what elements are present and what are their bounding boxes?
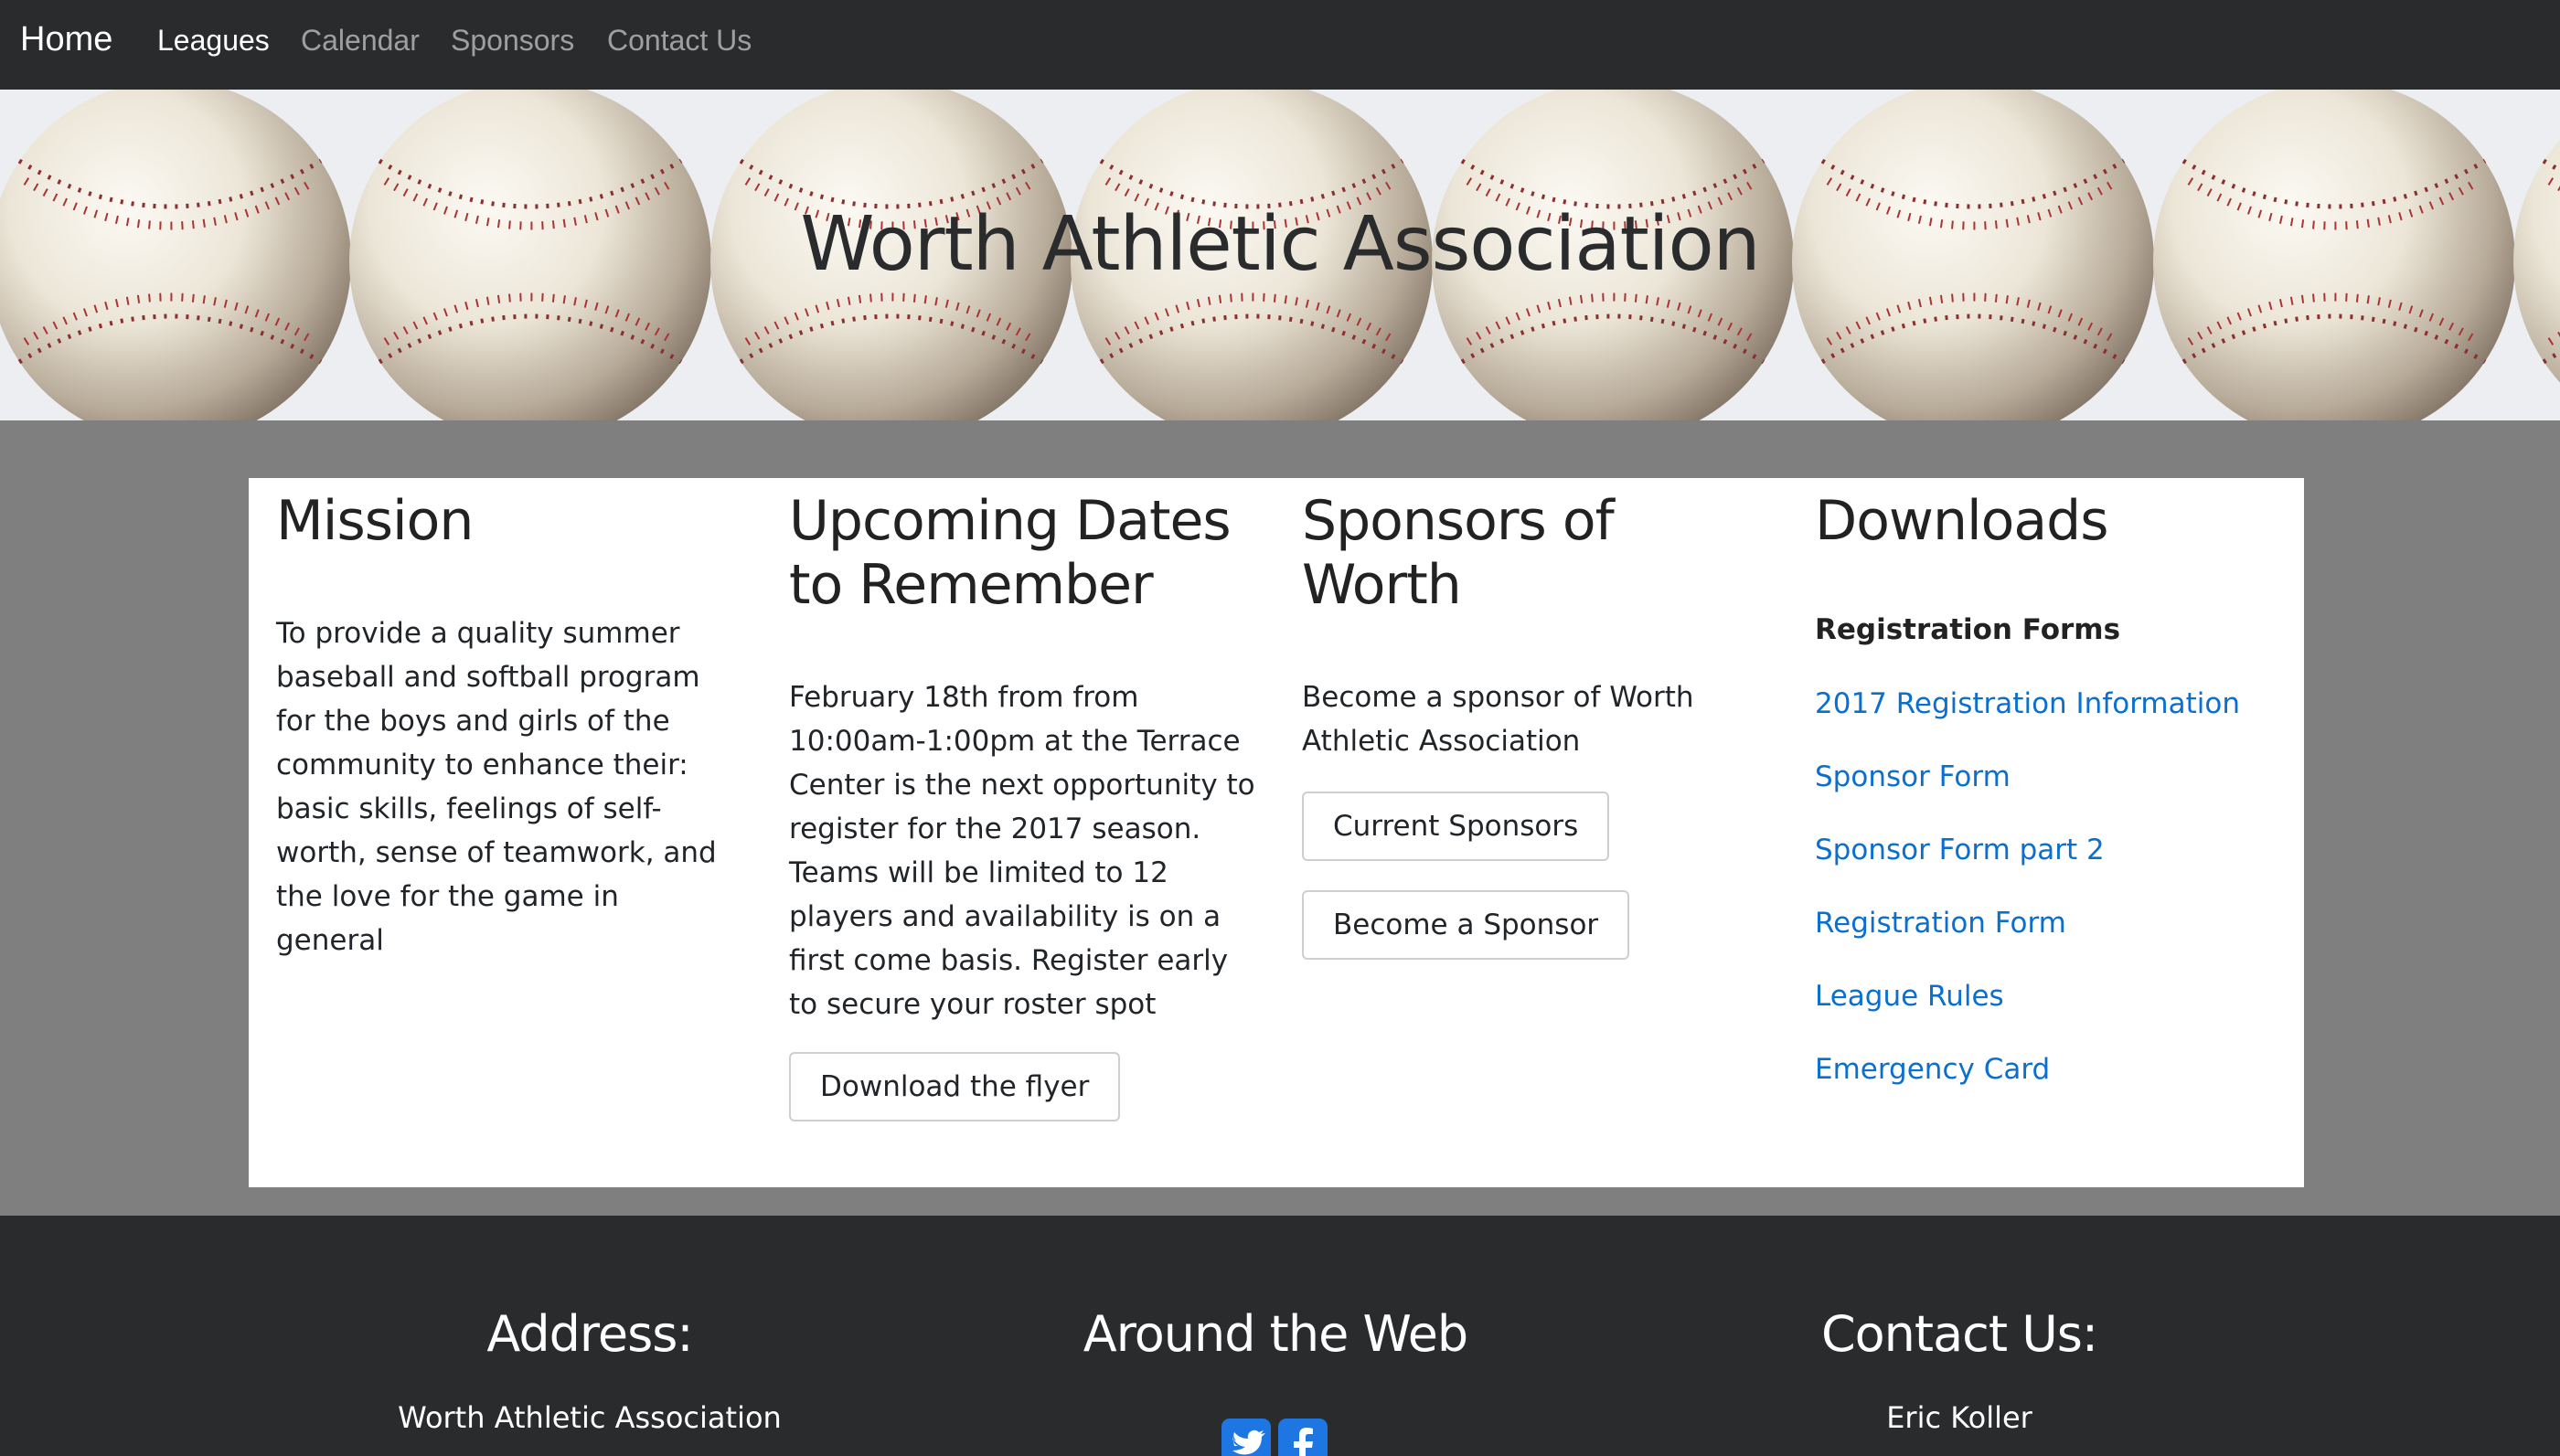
- link-sponsor-form[interactable]: Sponsor Form: [1815, 759, 2011, 795]
- nav-item-calendar[interactable]: Calendar: [301, 20, 420, 60]
- hero-banner: Worth Athletic Association: [0, 90, 2560, 420]
- mission-heading: Mission: [276, 489, 474, 553]
- page-footer: Address: Worth Athletic Association Arou…: [0, 1216, 2560, 1456]
- top-navbar: Home Leagues Calendar Sponsors Contact U…: [0, 0, 2560, 90]
- link-2017-registration-information[interactable]: 2017 Registration Information: [1815, 685, 2240, 722]
- footer-around-the-web: Around the Web: [1001, 1216, 1550, 1366]
- footer-contact-heading: Contact Us:: [1820, 1305, 2098, 1363]
- upcoming-dates-heading: Upcoming Dates to Remember: [789, 489, 1232, 617]
- link-emergency-card[interactable]: Emergency Card: [1815, 1051, 2050, 1088]
- link-league-rules[interactable]: League Rules: [1815, 978, 2004, 1015]
- upcoming-dates-text: February 18th from from 10:00am-1:00pm a…: [789, 681, 1255, 1021]
- mission-text: To provide a quality summer baseball and…: [276, 617, 717, 957]
- nav-item-sponsors[interactable]: Sponsors: [451, 20, 574, 60]
- download-flyer-button[interactable]: Download the flyer: [789, 1052, 1121, 1121]
- footer-contact: Contact Us: Eric Koller: [1685, 1216, 2234, 1438]
- twitter-icon[interactable]: [1221, 1419, 1271, 1456]
- footer-contact-name: Eric Koller: [1886, 1400, 2032, 1435]
- link-registration-form[interactable]: Registration Form: [1815, 905, 2066, 941]
- registration-forms-label: Registration Forms: [1815, 613, 2121, 646]
- nav-item-leagues[interactable]: Leagues: [157, 20, 270, 60]
- footer-address-line: Worth Athletic Association: [398, 1400, 782, 1435]
- sponsors-section: Sponsors of Worth Become a sponsor of Wo…: [1302, 478, 1732, 1187]
- site-title: Worth Athletic Association: [800, 201, 1760, 288]
- downloads-section: Downloads Registration Forms 2017 Regist…: [1815, 478, 2290, 1187]
- become-sponsor-button[interactable]: Become a Sponsor: [1302, 890, 1630, 960]
- footer-address: Address: Worth Athletic Association: [315, 1216, 864, 1438]
- nav-home-link[interactable]: Home: [20, 17, 112, 61]
- mission-section: Mission To provide a quality summer base…: [276, 478, 733, 962]
- downloads-heading: Downloads: [1815, 489, 2109, 553]
- facebook-icon[interactable]: [1278, 1419, 1328, 1456]
- sponsors-text: Become a sponsor of Worth Athletic Assoc…: [1302, 681, 1694, 758]
- nav-item-contact-us[interactable]: Contact Us: [607, 20, 752, 60]
- footer-address-heading: Address:: [486, 1305, 693, 1363]
- link-sponsor-form-part-2[interactable]: Sponsor Form part 2: [1815, 832, 2105, 868]
- current-sponsors-button[interactable]: Current Sponsors: [1302, 792, 1610, 861]
- sponsors-heading: Sponsors of Worth: [1302, 489, 1615, 617]
- content-card: Mission To provide a quality summer base…: [249, 478, 2304, 1187]
- footer-web-heading: Around the Web: [1083, 1305, 1468, 1363]
- upcoming-dates-section: Upcoming Dates to Remember February 18th…: [789, 478, 1255, 1187]
